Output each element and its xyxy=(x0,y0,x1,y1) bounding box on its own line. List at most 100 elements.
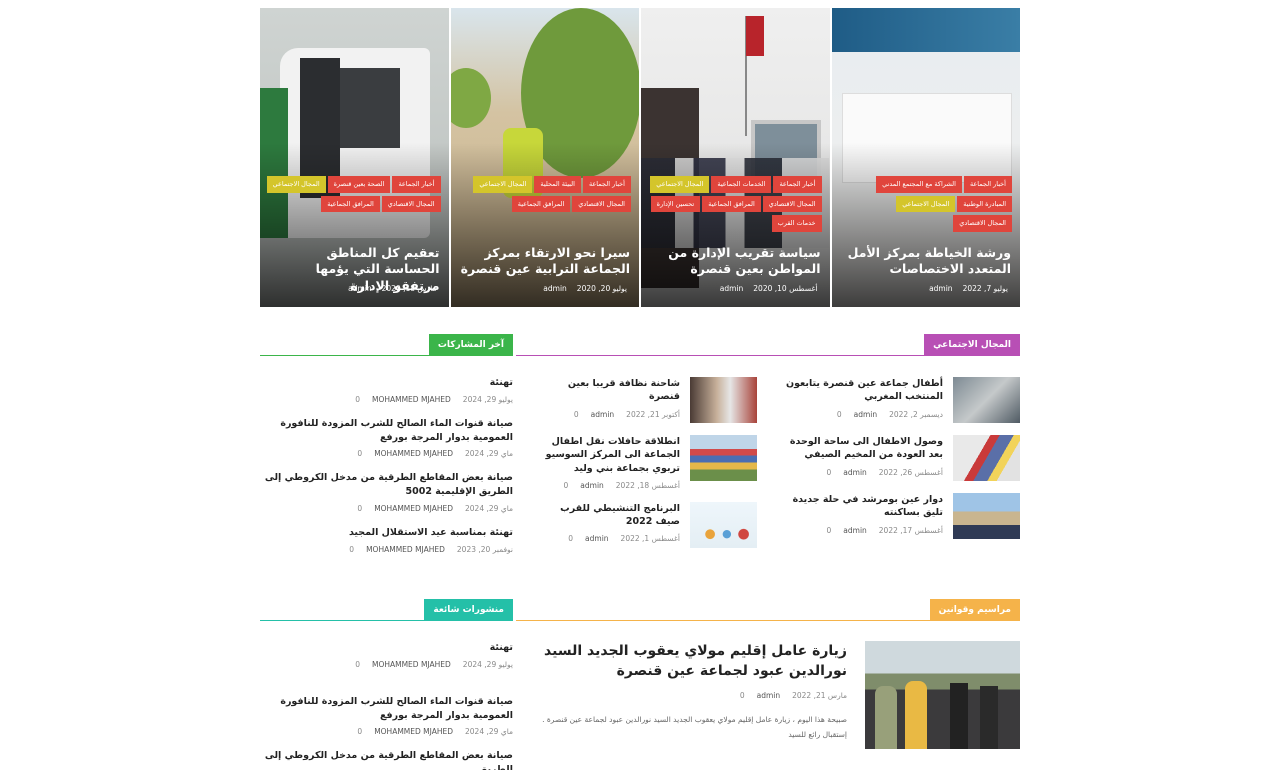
category-tag[interactable]: المجال الاقتصادي xyxy=(572,195,631,212)
post-author[interactable]: MOHAMMED MJAHED xyxy=(372,660,451,669)
list-item[interactable]: البرنامج التنشيطي للقرب صيف 2022 أغسطس 1… xyxy=(536,501,757,548)
slide-author[interactable]: admin xyxy=(929,284,953,293)
comment-count[interactable]: 0 xyxy=(355,660,360,669)
slide-author[interactable]: admin xyxy=(348,284,372,293)
comment-count[interactable]: 0 xyxy=(568,534,573,543)
post-author[interactable]: MOHAMMED MJAHED xyxy=(374,504,453,513)
post-title[interactable]: صيانة قنوات الماء الصالح للشرب المزودة ل… xyxy=(260,417,513,445)
category-tag[interactable]: الشراكة مع المجتمع المدني xyxy=(876,176,962,193)
slide-author[interactable]: admin xyxy=(720,284,744,293)
comment-count[interactable]: 0 xyxy=(349,545,354,554)
category-tag[interactable]: المجال الاقتصادي xyxy=(762,195,822,212)
category-tag[interactable]: المجال الاقتصادي xyxy=(953,215,1012,232)
section-tag-social[interactable]: المجال الاجتماعي xyxy=(924,334,1020,355)
post-author[interactable]: admin xyxy=(854,410,878,419)
category-tag[interactable]: المرافق الجماعية xyxy=(511,195,571,212)
category-tag[interactable]: أخبار الجماعة xyxy=(392,176,441,193)
section-tag-popular[interactable]: منشورات شائعة xyxy=(424,599,513,620)
category-tag[interactable]: الصحة بعين قنصرة xyxy=(327,176,391,193)
slide-4[interactable]: أخبار الجماعة الصحة بعين قنصرة المجال ال… xyxy=(260,8,449,307)
list-item[interactable]: أطفال جماعة عين قنصرة يتابعون المنتخب ال… xyxy=(776,377,1020,423)
social-list-right: أطفال جماعة عين قنصرة يتابعون المنتخب ال… xyxy=(776,377,1020,539)
post-title[interactable]: وصول الاطفال الى ساحة الوحدة بعد العودة … xyxy=(776,435,943,462)
comment-count[interactable]: 0 xyxy=(355,395,360,404)
post-author[interactable]: admin xyxy=(843,468,867,477)
category-tag[interactable]: المرافق الجماعية xyxy=(321,195,380,212)
post-title[interactable]: انطلاقة حافلات نقل اطفال الجماعة الى الم… xyxy=(536,435,680,475)
post-author[interactable]: admin xyxy=(580,481,604,490)
post-thumbnail[interactable] xyxy=(953,435,1020,481)
post-author[interactable]: admin xyxy=(585,534,609,543)
post-title[interactable]: دوار عين بومرشد في حلة جديدة تليق بساكنت… xyxy=(776,493,943,520)
post-title[interactable]: البرنامج التنشيطي للقرب صيف 2022 xyxy=(536,502,680,529)
post-title[interactable]: تهنئة بمناسبة عيد الاستقلال المجيد xyxy=(260,526,513,540)
post-author[interactable]: MOHAMMED MJAHED xyxy=(374,727,453,736)
category-tag[interactable]: خدمات القرب xyxy=(771,215,822,232)
post-thumbnail[interactable] xyxy=(690,377,757,423)
category-tag[interactable]: أخبار الجماعة xyxy=(963,176,1012,193)
slide-title[interactable]: سياسة تقريب الإدارة من المواطن بعين قنصر… xyxy=(650,245,820,278)
list-item[interactable]: صيانة قنوات الماء الصالح للشرب المزودة ل… xyxy=(260,695,513,737)
slide-title[interactable]: سيرا نحو الارتقاء بمركز الجماعة الترابية… xyxy=(460,245,630,278)
comment-count[interactable]: 0 xyxy=(740,691,745,700)
list-item[interactable]: انطلاقة حافلات نقل اطفال الجماعة الى الم… xyxy=(536,435,757,490)
post-title[interactable]: صيانة بعض المقاطع الطرقية من مدخل الكروط… xyxy=(260,471,513,499)
category-tag[interactable]: المجال الاجتماعي xyxy=(473,176,533,193)
list-item[interactable]: وصول الاطفال الى ساحة الوحدة بعد العودة … xyxy=(776,435,1020,481)
comment-count[interactable]: 0 xyxy=(827,468,832,477)
category-tag[interactable]: تحسين الإدارة xyxy=(650,195,701,212)
list-item[interactable]: صيانة قنوات الماء الصالح للشرب المزودة ل… xyxy=(260,417,513,459)
category-tag[interactable]: أخبار الجماعة xyxy=(582,176,631,193)
category-tag[interactable]: المجال الاجتماعي xyxy=(896,195,956,212)
comment-count[interactable]: 0 xyxy=(564,481,569,490)
category-tag[interactable]: البيئة المحلية xyxy=(534,176,581,193)
post-meta: يوليو 29, 2024 MOHAMMED MJAHED 0 xyxy=(260,395,513,404)
comment-count[interactable]: 0 xyxy=(357,727,362,736)
post-thumbnail[interactable] xyxy=(690,501,757,548)
post-author[interactable]: MOHAMMED MJAHED xyxy=(366,545,445,554)
post-author[interactable]: admin xyxy=(843,526,867,535)
post-title[interactable]: تهنئة xyxy=(260,376,513,390)
slide-3[interactable]: أخبار الجماعة البيئة المحلية المجال الاج… xyxy=(450,8,639,307)
category-tag[interactable]: المرافق الجماعية xyxy=(702,195,761,212)
post-author[interactable]: MOHAMMED MJAHED xyxy=(372,395,451,404)
post-author[interactable]: admin xyxy=(591,410,615,419)
post-date: يوليو 29, 2024 xyxy=(462,659,513,669)
post-title[interactable]: تهنئة xyxy=(260,641,513,655)
post-title[interactable]: صيانة قنوات الماء الصالح للشرب المزودة ل… xyxy=(260,695,513,723)
comment-count[interactable]: 0 xyxy=(357,449,362,458)
section-tag-latest[interactable]: آخر المشاركات xyxy=(428,334,513,355)
category-tag[interactable]: المجال الاجتماعي xyxy=(266,176,326,193)
slide-1[interactable]: أخبار الجماعة الشراكة مع المجتمع المدني … xyxy=(831,8,1020,307)
post-title[interactable]: شاحنة نظافة قريبا بعين قنصرة xyxy=(536,377,680,404)
list-item[interactable]: شاحنة نظافة قريبا بعين قنصرة أكتوبر 21, … xyxy=(536,377,757,423)
post-title[interactable]: أطفال جماعة عين قنصرة يتابعون المنتخب ال… xyxy=(776,377,943,404)
list-item[interactable]: دوار عين بومرشد في حلة جديدة تليق بساكنت… xyxy=(776,493,1020,539)
comment-count[interactable]: 0 xyxy=(837,410,842,419)
category-tag[interactable]: المجال الاجتماعي xyxy=(650,176,710,193)
comment-count[interactable]: 0 xyxy=(574,410,579,419)
list-item[interactable]: تهنئة يوليو 29, 2024 MOHAMMED MJAHED 0 xyxy=(260,376,513,404)
category-tag[interactable]: المجال الاقتصادي xyxy=(381,195,441,212)
post-thumbnail[interactable] xyxy=(953,377,1020,423)
list-item[interactable]: صيانة بعض المقاطع الطرقية من مدخل الكروط… xyxy=(260,471,513,513)
post-thumbnail[interactable] xyxy=(953,493,1020,539)
featured-post-image[interactable] xyxy=(865,641,1020,749)
featured-post-title[interactable]: زيارة عامل إقليم مولاي يعقوب الجديد السي… xyxy=(525,641,847,682)
section-tag-decrees[interactable]: مراسيم وقوانين xyxy=(929,599,1020,620)
slide-2[interactable]: أخبار الجماعة الخدمات الجماعية المجال ال… xyxy=(641,8,830,307)
list-item[interactable]: تهنئة بمناسبة عيد الاستقلال المجيد نوفمب… xyxy=(260,526,513,554)
list-item[interactable]: صيانة بعض المقاطع الطرقية من مدخل الكروط… xyxy=(260,749,513,770)
post-thumbnail[interactable] xyxy=(690,435,757,481)
category-tag[interactable]: أخبار الجماعة xyxy=(773,176,822,193)
comment-count[interactable]: 0 xyxy=(827,526,832,535)
category-tag[interactable]: المبادرة الوطنية xyxy=(957,195,1012,212)
slide-title[interactable]: ورشة الخياطة بمركز الأمل المتعدد الاختصا… xyxy=(841,245,1011,278)
comment-count[interactable]: 0 xyxy=(357,504,362,513)
slide-author[interactable]: admin xyxy=(543,284,567,293)
category-tag[interactable]: الخدمات الجماعية xyxy=(711,176,772,193)
post-author[interactable]: admin xyxy=(757,691,781,700)
post-author[interactable]: MOHAMMED MJAHED xyxy=(374,449,453,458)
list-item[interactable]: تهنئة يوليو 29, 2024 MOHAMMED MJAHED 0 xyxy=(260,641,513,669)
post-title[interactable]: صيانة بعض المقاطع الطرقية من مدخل الكروط… xyxy=(260,749,513,770)
